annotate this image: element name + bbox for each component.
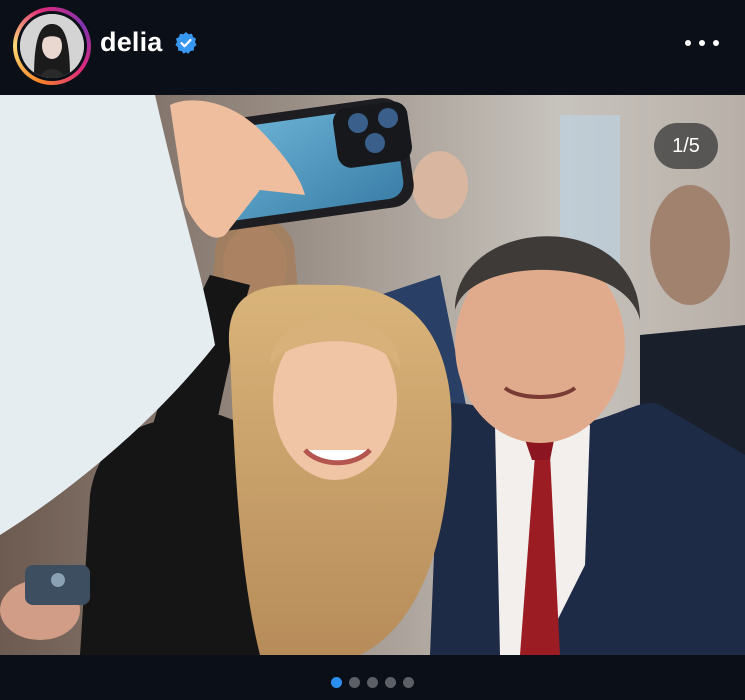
carousel-dots	[0, 672, 745, 692]
post-photo[interactable]: 1/5	[0, 95, 745, 655]
avatar-portrait	[20, 14, 84, 78]
carousel-dot[interactable]	[367, 676, 378, 688]
verified-badge-icon	[175, 32, 197, 54]
photo-image	[0, 95, 745, 655]
post-header: delia	[0, 0, 745, 95]
carousel-dot[interactable]	[331, 676, 342, 688]
more-options-icon[interactable]	[685, 30, 719, 56]
carousel-dot[interactable]	[385, 676, 396, 688]
instagram-post: delia 1/5	[0, 0, 745, 700]
carousel-dot[interactable]	[403, 676, 414, 688]
slide-counter: 1/5	[654, 123, 718, 169]
avatar[interactable]	[20, 14, 84, 78]
carousel-dot[interactable]	[349, 676, 360, 688]
username[interactable]: delia	[100, 27, 163, 58]
story-ring[interactable]	[13, 7, 91, 85]
